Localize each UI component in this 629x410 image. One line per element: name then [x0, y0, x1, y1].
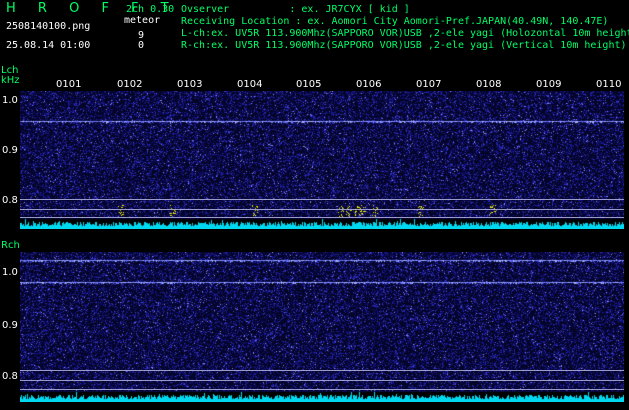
location-line: Receiving Location : ex. Aomori City Aom… [181, 16, 609, 27]
lch-unit-label: kHz [1, 75, 20, 86]
time-tick-0102: 0102 [117, 79, 143, 90]
filename: 2508140100.png [6, 21, 91, 32]
rch-receiver-line: R-ch:ex. UV5R 113.900Mhz(SAPPORO VOR)USB… [181, 40, 627, 51]
time-tick-0110: 0110 [596, 79, 622, 90]
rch-freq-label-0-8: 0.8 [2, 371, 18, 382]
observer-line: Ovserver : ex. JR7CYX [ kid ] [181, 4, 410, 15]
rch-freq-label-0-9: 0.9 [2, 320, 18, 331]
version-label: 2ch 0.30 [126, 4, 175, 15]
time-tick-0103: 0103 [177, 79, 203, 90]
lch-freq-label-0-8: 0.8 [2, 195, 18, 206]
lch-grid-line-base [20, 217, 624, 218]
time-tick-0104: 0104 [237, 79, 263, 90]
datetime: 25.08.14 01:00 [6, 40, 91, 51]
rch-grid-line-lower [20, 380, 624, 381]
time-tick-0107: 0107 [416, 79, 442, 90]
rch-grid-line-base [20, 389, 624, 390]
time-tick-0105: 0105 [296, 79, 322, 90]
rch-grid-line-upper [20, 370, 624, 371]
lch-grid-line-upper [20, 199, 624, 200]
lch-freq-label-0-9: 0.9 [2, 145, 18, 156]
lch-grid-line-lower [20, 209, 624, 210]
time-tick-0101: 0101 [56, 79, 82, 90]
lch-receiver-line: L-ch:ex. UV5R 113.900Mhz(SAPPORO VOR)USB… [181, 28, 629, 39]
lch-freq-label-1-0: 1.0 [2, 95, 18, 106]
header: H R O F F T 2ch 0.30 2508140100.png mete… [0, 0, 629, 62]
rch-channel-label: Rch [1, 240, 20, 251]
time-tick-0108: 0108 [476, 79, 502, 90]
time-tick-0106: 0106 [356, 79, 382, 90]
time-tick-0109: 0109 [536, 79, 562, 90]
rch-meteor-count: 0 [138, 40, 145, 51]
meteor-label: meteor [124, 15, 161, 26]
rch-freq-label-1-0: 1.0 [2, 267, 18, 278]
